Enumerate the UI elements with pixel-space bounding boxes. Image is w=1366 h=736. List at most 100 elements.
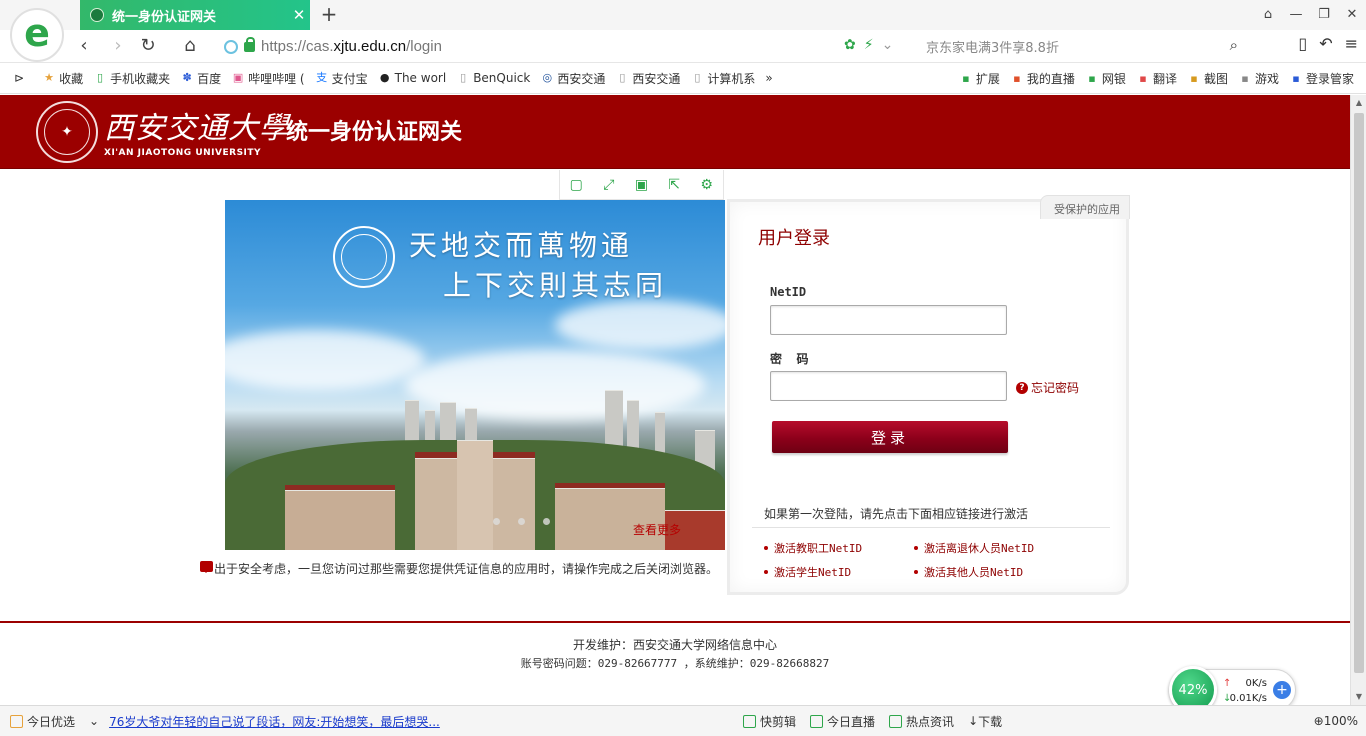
settings-gear-icon[interactable]: ⚙ — [699, 177, 715, 193]
today-pick-button[interactable]: 今日优选 — [10, 713, 75, 730]
search-icon[interactable]: ⌕ — [1230, 36, 1238, 54]
bookmark-item[interactable]: 支支付宝 — [311, 70, 374, 87]
download-button[interactable]: ↓ 下载 — [968, 713, 1002, 730]
footer-maintainer: 开发维护：西安交通大学网络信息中心 — [572, 638, 777, 652]
url-input[interactable]: https://cas.xjtu.edu.cn/login — [216, 33, 906, 60]
activate-student-link[interactable]: 激活学生NetID — [764, 564, 851, 580]
phone-icon: ▯ — [97, 71, 104, 84]
forward-icon[interactable]: › — [106, 34, 130, 58]
bookmark-tool[interactable]: ▪ 扩展 — [955, 70, 1006, 87]
bookmark-item[interactable]: ▯ BenQuick — [452, 70, 536, 87]
news-dropdown-icon[interactable]: ⌄ — [89, 714, 99, 728]
carousel-dot[interactable] — [543, 518, 550, 525]
bookmark-tool-label: 扩展 — [975, 72, 1000, 86]
bookmark-tool-label: 我的直播 — [1026, 72, 1075, 86]
dropdown-icon[interactable]: ⌄ — [882, 37, 894, 53]
share-icon[interactable]: ⇱ — [666, 177, 682, 193]
bookmark-item[interactable]: ▯ 计算机系 — [686, 70, 761, 87]
bookmark-tool[interactable]: ▪ 游戏 — [1234, 70, 1285, 87]
refresh-icon[interactable]: ↻ — [136, 34, 160, 58]
campus-banner-image: 天地交而萬物通 上下交則其志同 查看更多 — [225, 200, 725, 550]
browser-logo[interactable]: e — [10, 8, 64, 62]
minimize-icon[interactable]: — — [1282, 0, 1310, 30]
bookmark-tool-label: 网银 — [1101, 72, 1126, 86]
skin-icon[interactable]: ⌂ — [1254, 0, 1282, 30]
bookmark-item[interactable]: ◎ 西安交通 — [536, 70, 611, 87]
footer-divider — [0, 621, 1350, 623]
password-input[interactable] — [770, 371, 1007, 401]
main-building-tower — [457, 440, 493, 550]
scroll-up-icon[interactable]: ▲ — [1354, 98, 1364, 108]
bookmark-tool[interactable]: ▪ 翻译 — [1132, 70, 1183, 87]
protected-apps-tab[interactable]: 受保护的应用 — [1040, 195, 1130, 219]
bookmark-tool[interactable]: ▪ 我的直播 — [1006, 70, 1081, 87]
campus-building-roof — [285, 485, 395, 490]
cloud-shape — [225, 330, 425, 390]
bookmark-tool-label: 登录管家 — [1305, 72, 1354, 86]
image-toolbar: ▢ ⤢ ▣ ⇱ ⚙ — [559, 170, 724, 200]
bookmark-item[interactable]: ✽ 百度 — [176, 70, 227, 87]
status-tool[interactable]: 今日直播 — [810, 713, 875, 730]
page-icon: ▯ — [460, 71, 467, 84]
bookmark-item[interactable]: ▣ 哔哩哔哩 ( — [227, 70, 311, 87]
browser-tab[interactable]: 统一身份认证网关 ✕ — [80, 0, 310, 30]
scroll-thumb[interactable] — [1354, 113, 1364, 673]
bookmark-item[interactable]: ★ 收藏 — [38, 70, 89, 87]
lightning-icon[interactable]: ⚡ — [864, 37, 874, 53]
download-icon: ↓ — [968, 714, 979, 728]
zoom-icon: ⊕ — [1313, 714, 1324, 728]
home-icon[interactable]: ⌂ — [178, 34, 202, 58]
save-image-icon[interactable]: ▣ — [633, 177, 649, 193]
bookmark-list: ★ 收藏 ▯ 手机收藏夹 ✽ 百度 ▣ 哔哩哔哩 (支支付宝 ● The worl ▯ BenQuic… — [38, 70, 761, 87]
status-tool[interactable]: 快剪辑 — [743, 713, 796, 730]
accelerate-icon[interactable]: + — [1273, 681, 1291, 699]
news-headline-link[interactable]: 76岁大爷对年轻的自己说了段话，网友:开始想笑，最后想哭... — [109, 713, 440, 730]
menu-icon[interactable]: ≡ — [1345, 34, 1358, 53]
url-prefix: https://cas. — [261, 38, 334, 55]
new-tab-button[interactable]: + — [318, 3, 340, 25]
bookmark-label: 收藏 — [59, 71, 84, 86]
mobile-icon[interactable]: ▯ — [1298, 34, 1307, 53]
bookmark-tool[interactable]: ▪ 网银 — [1081, 70, 1132, 87]
sidebar-toggle-icon[interactable]: ⊳ — [0, 71, 38, 85]
university-seal-icon: ✦ — [36, 101, 98, 163]
speed-mode-icon[interactable]: ✿ — [844, 37, 856, 53]
view-more-link[interactable]: 查看更多 — [633, 521, 681, 538]
activate-other-link[interactable]: 激活其他人员NetID — [914, 564, 1023, 580]
login-button[interactable]: 登录 — [772, 421, 1008, 453]
carousel-dot[interactable] — [518, 518, 525, 525]
vertical-scrollbar[interactable]: ▲ ▼ — [1350, 95, 1366, 705]
carousel-dot[interactable] — [493, 518, 500, 525]
search-input[interactable]: 京东家电满3件享8.8折 ⌕ — [918, 33, 1242, 60]
status-tool-icon — [743, 714, 757, 728]
netid-input[interactable] — [770, 305, 1007, 335]
bookmark-tool[interactable]: ▪ 登录管家 — [1285, 70, 1360, 87]
bookmark-item[interactable]: ▯ 西安交通 — [611, 70, 686, 87]
bookmark-item[interactable]: ● The worl — [374, 70, 453, 87]
close-window-icon[interactable]: ✕ — [1338, 0, 1366, 30]
forgot-password-link[interactable]: ? 忘记密码 — [1016, 379, 1079, 396]
bookmark-item[interactable]: ▯ 手机收藏夹 — [89, 70, 176, 87]
page-content: ✦ 西安交通大學 XI'AN JIAOTONG UNIVERSITY 统一身份认… — [0, 95, 1350, 705]
bookmark-label: 哔哩哔哩 ( — [248, 71, 305, 86]
activate-staff-link[interactable]: 激活教职工NetID — [764, 540, 862, 556]
back-icon[interactable]: ‹ — [72, 34, 96, 58]
undo-icon[interactable]: ↶ — [1319, 34, 1332, 53]
bookmark-tools: ▪ 扩展 ▪ 我的直播 ▪ 网银 ▪ 翻译 ▪ 截图 ▪ 游戏 ▪ 登录管家 — [955, 63, 1360, 94]
activate-retired-link[interactable]: 激活离退休人员NetID — [914, 540, 1034, 556]
campus-building — [285, 490, 395, 550]
maximize-icon[interactable]: ❐ — [1310, 0, 1338, 30]
cloud-shape — [555, 300, 725, 350]
zoom-control[interactable]: ⊕ 100% — [1314, 714, 1358, 728]
more-bookmarks-icon[interactable]: » — [761, 71, 778, 85]
status-tool[interactable]: 热点资讯 — [889, 713, 954, 730]
tab-favicon-icon — [90, 8, 104, 22]
tab-close-icon[interactable]: ✕ — [288, 6, 310, 24]
scroll-down-icon[interactable]: ▼ — [1354, 692, 1364, 702]
bookmark-tool-label: 截图 — [1203, 72, 1228, 86]
phone-view-icon[interactable]: ▢ — [568, 177, 584, 193]
bookmark-label: 西安交通 — [557, 71, 606, 86]
expand-icon[interactable]: ⤢ — [601, 177, 617, 193]
bookmark-tool[interactable]: ▪ 截图 — [1183, 70, 1234, 87]
bookmarks-bar: ⊳ ★ 收藏 ▯ 手机收藏夹 ✽ 百度 ▣ 哔哩哔哩 (支支付宝 ● The worl ▯ BenQu… — [0, 63, 1366, 94]
